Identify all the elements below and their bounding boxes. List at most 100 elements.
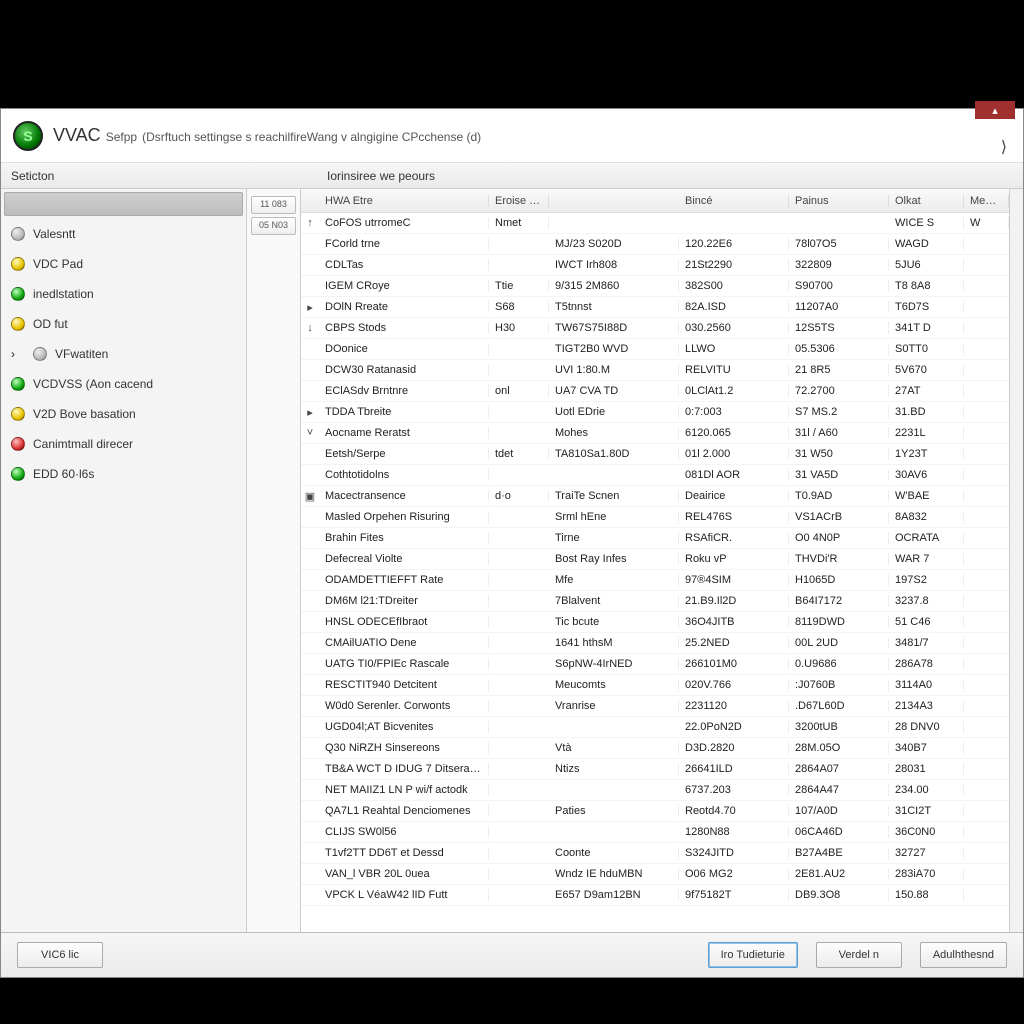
sidebar-item-2[interactable]: inedlstation <box>1 279 246 309</box>
col-header-2[interactable]: Eroise Tnne <box>489 195 549 207</box>
cell: d·o <box>489 490 549 502</box>
table-row[interactable]: ▸TDDA TbreiteUotl EDrie0:7:003S7 MS.231.… <box>301 402 1009 423</box>
cell: 2E81.AU2 <box>789 868 889 880</box>
sidebar-item-4[interactable]: ›VFwatiten <box>1 339 246 369</box>
table-row[interactable]: CDLTasIWCT Irh80821St22903228095JU6 <box>301 255 1009 276</box>
table-row[interactable]: Cothtotidolns081Dl AOR31 VA5D30AV6 <box>301 465 1009 486</box>
window-title: VVAC Sefpp (Dsrftuch settingse s reachil… <box>53 125 481 146</box>
table-row[interactable]: ↓CBPS StodsH30TW67S75I88D030.256012S5TS3… <box>301 318 1009 339</box>
cell: 0.U9686 <box>789 658 889 670</box>
col-header-5[interactable]: Painus <box>789 195 889 207</box>
col-header-7[interactable]: Meunjarns <box>964 195 1009 207</box>
table-row[interactable]: Brahin FitesTirneRSAfiCR.O0 4N0POCRATA <box>301 528 1009 549</box>
cell: 26641ILD <box>679 763 789 775</box>
table-row[interactable]: RESCTIT940 DetcitentMeucomts020V.766:J07… <box>301 675 1009 696</box>
cell: S0TT0 <box>889 343 964 355</box>
scrollbar[interactable] <box>1009 189 1023 932</box>
table-row[interactable]: EClASdv BrntnreonlUA7 CVA TD0LClAt1.272.… <box>301 381 1009 402</box>
table-row[interactable]: Q30 NiRZH SinsereonsVtàD3D.282028M.05O34… <box>301 738 1009 759</box>
table-row[interactable]: VAN_l VBR 20L 0ueaWndz IE hduMBNO06 MG22… <box>301 864 1009 885</box>
cell: Bost Ray Infes <box>549 553 679 565</box>
table-row[interactable]: IGEM CRoyeTtie9/315 2M860382S00S90700T8 … <box>301 276 1009 297</box>
footer-button-2[interactable]: Iro Tudieturie <box>708 942 798 968</box>
cell: VAN_l VBR 20L 0uea <box>319 868 489 880</box>
sidebar-item-7[interactable]: Canimtmall direcer <box>1 429 246 459</box>
cell: DOonice <box>319 343 489 355</box>
sidebar-item-label: V2D Bove basation <box>33 407 136 421</box>
cell: 283iA70 <box>889 868 964 880</box>
close-button[interactable]: ▴ <box>975 101 1015 119</box>
table-row[interactable]: W0d0 Serenler. CorwontsVranrise2231120.D… <box>301 696 1009 717</box>
cell: TIGT2B0 WVD <box>549 343 679 355</box>
cell: 22.0PoN2D <box>679 721 789 733</box>
table-row[interactable]: CLIJS SW0l561280N8806CA46D36C0N0 <box>301 822 1009 843</box>
cell: 51 C46 <box>889 616 964 628</box>
cell: WICE S <box>889 217 964 229</box>
chevron-right-icon[interactable]: ⟩ <box>1001 137 1007 157</box>
cell: 340B7 <box>889 742 964 754</box>
cell: TA810Sa1.80D <box>549 448 679 460</box>
footer-button-1[interactable]: VIC6 lic <box>17 942 103 968</box>
table-row[interactable]: CMAilUATIO Dene1641 hthsM25.2NED00L 2UD3… <box>301 633 1009 654</box>
table-row[interactable]: VPCK L VéaW42 lID FuttE657 D9am12BN9f751… <box>301 885 1009 906</box>
cell: 78l07O5 <box>789 238 889 250</box>
table-row[interactable]: UGD04l;AT Bicvenites22.0PoN2D3200tUB28 D… <box>301 717 1009 738</box>
cell: S68 <box>489 301 549 313</box>
sidebar-selection[interactable] <box>4 192 243 216</box>
cell: TraiTe Scnen <box>549 490 679 502</box>
cell: 36C0N0 <box>889 826 964 838</box>
table-row[interactable]: Defecreal ViolteBost Ray InfesRoku vPTHV… <box>301 549 1009 570</box>
sidebar-item-1[interactable]: VDC Pad <box>1 249 246 279</box>
cell: CoFOS utrromeC <box>319 217 489 229</box>
cell: UVI 1:80.M <box>549 364 679 376</box>
table-row[interactable]: DCW30 RatanasidUVI 1:80.MRELVITU21 8R55V… <box>301 360 1009 381</box>
sidebar-item-6[interactable]: V2D Bove basation <box>1 399 246 429</box>
cell: 8119DWD <box>789 616 889 628</box>
table-row[interactable]: ODAMDETTIEFFT RateMfe97®4SIMH1065D197S2 <box>301 570 1009 591</box>
midstrip-tag-0[interactable]: 11 083 <box>251 196 296 214</box>
col-header-4[interactable]: Bincé <box>679 195 789 207</box>
table-row[interactable]: ↑CoFOS utrromeCNmetWICE SW <box>301 213 1009 234</box>
col-header-1[interactable]: HWA Etre <box>319 195 489 207</box>
cell: B27A4BE <box>789 847 889 859</box>
cell: :J0760B <box>789 679 889 691</box>
table-row[interactable]: NET MAIIZ1 LN P wi/f actodk6737.2032864A… <box>301 780 1009 801</box>
cell: TDDA Tbreite <box>319 406 489 418</box>
table-row[interactable]: UATG TI0/FPIEc RascaleS6pNW-4IrNED266101… <box>301 654 1009 675</box>
sidebar-item-5[interactable]: VCDVSS (Aon cacend <box>1 369 246 399</box>
table-row[interactable]: FCorld trneMJ/23 S020D120.22E678l07O5WAG… <box>301 234 1009 255</box>
table-row[interactable]: Masled Orpehen RisuringSrml hEneREL476SV… <box>301 507 1009 528</box>
title-sub1: Sefpp <box>106 130 137 144</box>
sidebar-item-label: Canimtmall direcer <box>33 437 133 451</box>
cell: Eetsh/Serpe <box>319 448 489 460</box>
footer-button-4[interactable]: Adulhthesnd <box>920 942 1007 968</box>
cell: Srml hEne <box>549 511 679 523</box>
main-panel: HWA EtreEroise Tnne BincéPainusOlkatMeunj… <box>301 189 1009 932</box>
table-row[interactable]: ▣Macectransenced·oTraiTe ScnenDeairiceT0… <box>301 486 1009 507</box>
table-row[interactable]: ˅Aocname ReratstMohes6120.06531l / A6022… <box>301 423 1009 444</box>
table-row[interactable]: ▸DOlN RreateS68T5tnnst82A.ISD11207A0T6D7… <box>301 297 1009 318</box>
col-header-6[interactable]: Olkat <box>889 195 964 207</box>
cell: RESCTIT940 Detcitent <box>319 679 489 691</box>
cell: Vranrise <box>549 700 679 712</box>
table-row[interactable]: HNSL ODECEfIbraotTic bcute36O4JITB8119DW… <box>301 612 1009 633</box>
cell: REL476S <box>679 511 789 523</box>
footer-button-3[interactable]: Verdel n <box>816 942 902 968</box>
table-row[interactable]: DOoniceTIGT2B0 WVDLLWO05.5306S0TT0 <box>301 339 1009 360</box>
status-bullet <box>11 437 25 451</box>
cell: WAR 7 <box>889 553 964 565</box>
table-row[interactable]: TB&A WCT D IDUG 7 DitseratenNtizs26641IL… <box>301 759 1009 780</box>
sidebar-item-0[interactable]: Valesntt <box>1 219 246 249</box>
cell: IGEM CRoye <box>319 280 489 292</box>
table-row[interactable]: QA7L1 Reahtal DenciomenesPatiesReotd4.70… <box>301 801 1009 822</box>
table-row[interactable]: Eetsh/SerpetdetTA810Sa1.80D01l 2.00031 W… <box>301 444 1009 465</box>
table-row[interactable]: DM6M l21:TDreiter7Blalvent21.B9.Il2DB64I… <box>301 591 1009 612</box>
sidebar-item-8[interactable]: EDD 60·l6s <box>1 459 246 489</box>
cell: 1280N88 <box>679 826 789 838</box>
midstrip-tag-1[interactable]: 05 N03 <box>251 217 296 235</box>
cell: FCorld trne <box>319 238 489 250</box>
cell: 01l 2.000 <box>679 448 789 460</box>
sidebar-item-3[interactable]: OD fut <box>1 309 246 339</box>
table-row[interactable]: T1vf2TT DD6T et DessdCoonteS324JITDB27A4… <box>301 843 1009 864</box>
sidebar-item-label: inedlstation <box>33 287 94 301</box>
